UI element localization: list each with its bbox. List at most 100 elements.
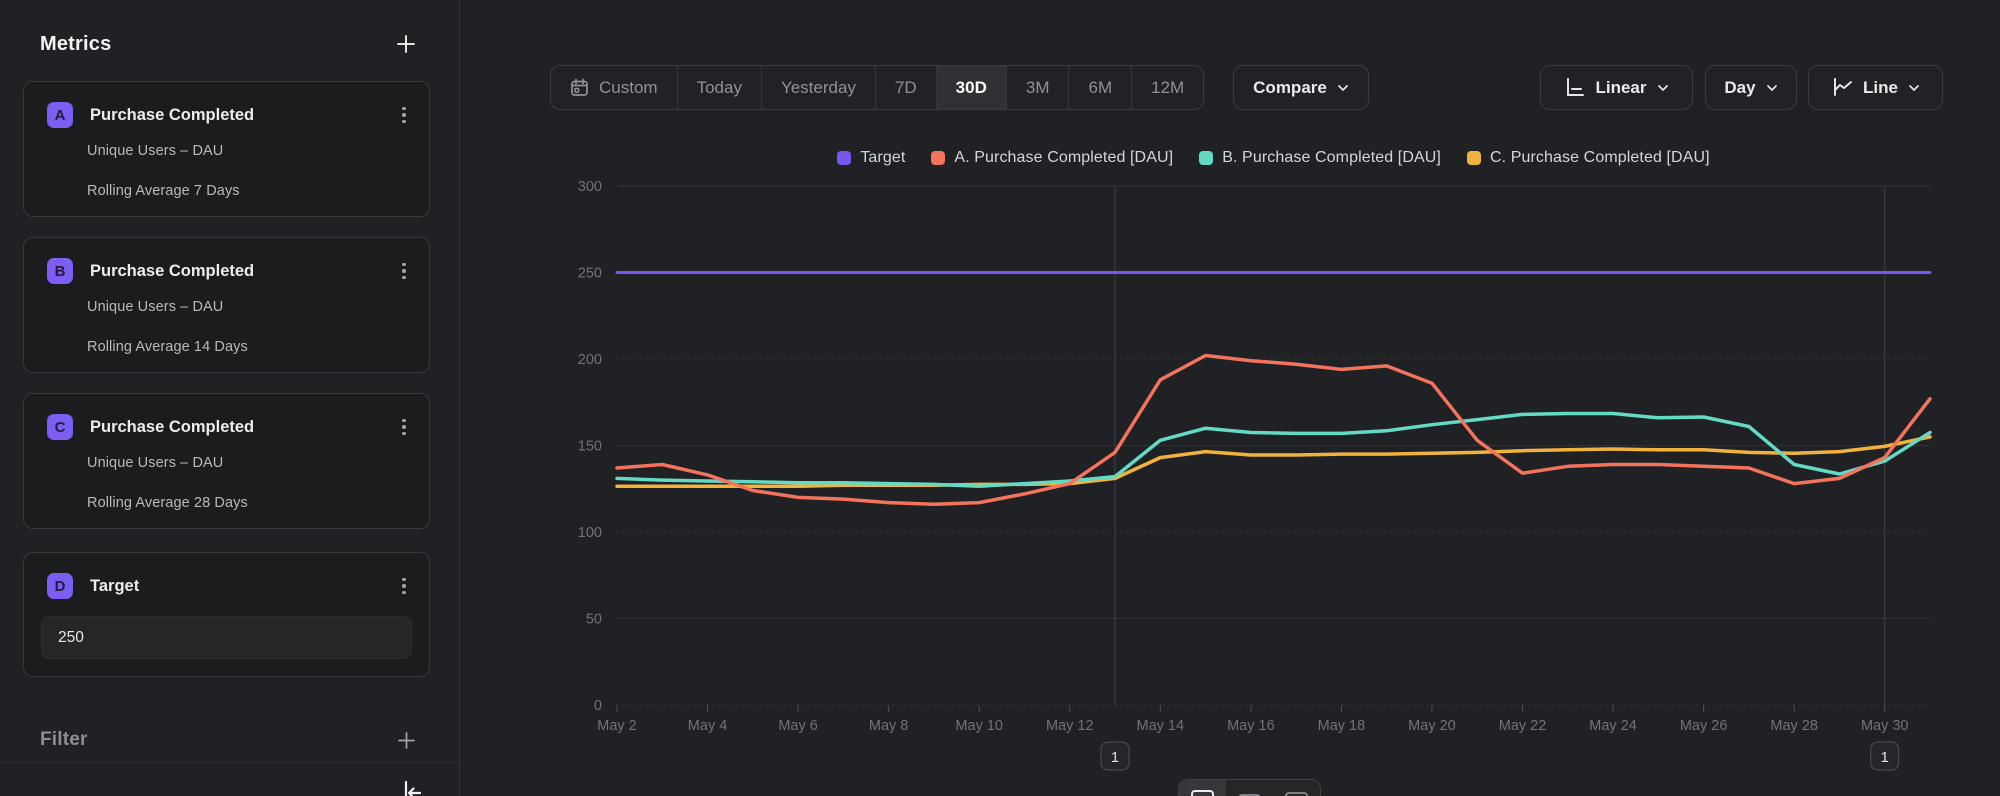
kebab-menu-icon[interactable] xyxy=(393,573,415,599)
metric-title: Purchase Completed xyxy=(90,262,393,281)
legend-item[interactable]: Target xyxy=(837,149,905,167)
date-range-label: 3M xyxy=(1026,78,1050,98)
metric-measurement: Unique Users – DAU xyxy=(87,143,223,159)
line-chart[interactable]: Target A. Purchase Completed [DAU] B. Purc… xyxy=(460,130,2000,796)
metric-rolling-average: Rolling Average 7 Days xyxy=(87,183,240,199)
metric-title: Purchase Completed xyxy=(90,106,393,125)
date-range-label: 6M xyxy=(1088,78,1112,98)
metric-card-header: C Purchase Completed xyxy=(47,414,415,440)
x-axis-label: May 6 xyxy=(778,718,818,734)
compare-button[interactable]: Compare xyxy=(1233,65,1369,110)
x-axis-label: May 14 xyxy=(1137,718,1185,734)
date-range-3m[interactable]: 3M xyxy=(1007,66,1070,109)
legend-item[interactable]: C. Purchase Completed [DAU] xyxy=(1467,149,1710,167)
legend-item[interactable]: A. Purchase Completed [DAU] xyxy=(931,149,1173,167)
chevron-down-icon xyxy=(1908,82,1920,94)
date-range-label: Yesterday xyxy=(781,78,856,98)
x-axis-label: May 18 xyxy=(1318,718,1366,734)
date-range-7d[interactable]: 7D xyxy=(876,66,937,109)
metric-badge: C xyxy=(47,414,73,440)
x-axis-label: May 4 xyxy=(688,718,728,734)
target-value-input[interactable]: 250 xyxy=(41,616,412,659)
legend-swatch xyxy=(931,151,945,165)
chart-size-option-large[interactable] xyxy=(1179,780,1226,796)
chart-type-label: Line xyxy=(1863,78,1898,98)
granularity-label: Day xyxy=(1724,78,1755,98)
chart-size-option-small[interactable] xyxy=(1273,780,1320,796)
kebab-menu-icon[interactable] xyxy=(393,414,415,440)
annotation-badge-label: 1 xyxy=(1881,749,1889,766)
annotation-badge-label: 1 xyxy=(1111,749,1119,766)
metrics-sidebar: Metrics A Purchase Completed Unique Users … xyxy=(0,0,460,796)
y-axis-label: 50 xyxy=(586,612,602,628)
metric-title: Purchase Completed xyxy=(90,418,393,437)
metric-badge: A xyxy=(47,102,73,128)
kebab-menu-icon[interactable] xyxy=(393,258,415,284)
date-range-yesterday[interactable]: Yesterday xyxy=(762,66,876,109)
granularity-selector-button[interactable]: Day xyxy=(1705,65,1797,110)
kebab-menu-icon[interactable] xyxy=(393,102,415,128)
metric-card-header: BPurchase Completed xyxy=(47,258,415,284)
x-axis-label: May 2 xyxy=(597,718,637,734)
y-axis-label: 250 xyxy=(578,266,602,282)
metrics-title: Metrics xyxy=(40,33,111,56)
chevron-down-icon xyxy=(1657,82,1669,94)
date-range-label: 30D xyxy=(956,78,987,98)
date-range-6m[interactable]: 6M xyxy=(1069,66,1132,109)
line-chart-icon xyxy=(1831,77,1853,98)
x-axis-label: May 10 xyxy=(955,718,1003,734)
add-metric-button[interactable] xyxy=(393,31,419,57)
metric-rolling-average: Rolling Average 14 Days xyxy=(87,339,248,355)
x-axis-label: May 8 xyxy=(869,718,909,734)
chevron-down-icon xyxy=(1337,82,1349,94)
collapse-left-icon xyxy=(398,780,424,796)
x-axis-label: May 16 xyxy=(1227,718,1275,734)
chevron-down-icon xyxy=(1766,82,1778,94)
x-axis-label: May 12 xyxy=(1046,718,1094,734)
scale-selector-button[interactable]: Linear xyxy=(1540,65,1693,110)
x-axis-label: May 24 xyxy=(1589,718,1637,734)
collapse-sidebar-button[interactable] xyxy=(398,780,428,796)
target-card[interactable]: D Target 250 xyxy=(23,552,430,677)
add-filter-button[interactable] xyxy=(393,727,419,753)
chart-legend: Target A. Purchase Completed [DAU] B. Purc… xyxy=(617,146,1930,170)
date-range-label: Custom xyxy=(599,78,658,98)
legend-swatch xyxy=(1199,151,1213,165)
size-large-icon xyxy=(1191,790,1214,796)
metric-rolling-average: Rolling Average 28 Days xyxy=(87,495,248,511)
metric-measurement: Unique Users – DAU xyxy=(87,455,223,471)
chart-size-option-medium[interactable] xyxy=(1226,780,1273,796)
metrics-header: Metrics xyxy=(40,30,419,58)
date-range-custom[interactable]: Custom xyxy=(551,66,678,109)
metric-card-a[interactable]: A Purchase Completed Unique Users – DAU Rol… xyxy=(23,81,430,217)
x-axis-label: May 22 xyxy=(1499,718,1547,734)
target-card-header: D Target xyxy=(47,573,415,599)
date-range-12m[interactable]: 12M xyxy=(1132,66,1203,109)
legend-label: Target xyxy=(860,149,905,167)
chart-type-selector-button[interactable]: Line xyxy=(1808,65,1943,110)
date-range-label: Today xyxy=(697,78,742,98)
date-range-today[interactable]: Today xyxy=(678,66,762,109)
legend-item[interactable]: B. Purchase Completed [DAU] xyxy=(1199,149,1441,167)
date-range-selector: Custom Today Yesterday 7D 30D 3M 6M 12M xyxy=(550,65,1204,110)
metric-badge: D xyxy=(47,573,73,599)
plus-icon xyxy=(397,35,415,53)
size-small-icon xyxy=(1285,792,1308,796)
filter-title: Filter xyxy=(40,729,88,751)
legend-label: B. Purchase Completed [DAU] xyxy=(1222,149,1441,167)
date-range-label: 7D xyxy=(895,78,917,98)
metric-card-b[interactable]: BPurchase CompletedUnique Users – DAURol… xyxy=(23,237,430,373)
y-axis-label: 100 xyxy=(578,525,602,541)
date-range-30d[interactable]: 30D xyxy=(937,66,1007,109)
y-axis-label: 0 xyxy=(594,698,602,714)
series-line-c[interactable] xyxy=(617,437,1930,486)
plus-icon xyxy=(398,732,415,749)
metric-card-c[interactable]: C Purchase Completed Unique Users – DAU Rol… xyxy=(23,393,430,529)
date-range-label: 12M xyxy=(1151,78,1184,98)
x-axis-label: May 28 xyxy=(1770,718,1818,734)
chart-canvas[interactable]: 300250200150100500May 2May 4May 6May 8Ma… xyxy=(460,130,2000,796)
y-axis-label: 150 xyxy=(578,439,602,455)
filter-header: Filter xyxy=(40,727,419,753)
legend-swatch xyxy=(1467,151,1481,165)
legend-swatch xyxy=(837,151,851,165)
